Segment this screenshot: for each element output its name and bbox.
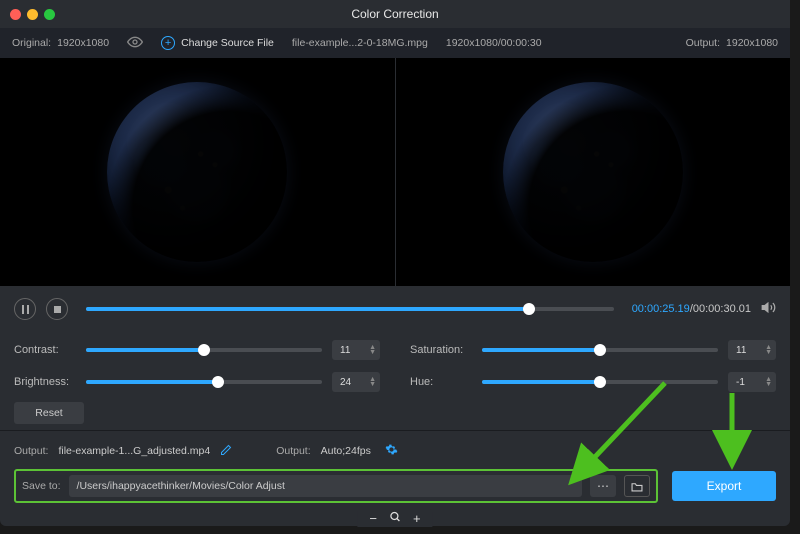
brightness-value-input[interactable]: 24 ▲▼ (332, 372, 380, 392)
save-to-group: Save to: /Users/ihappyacethinker/Movies/… (14, 469, 658, 503)
timeline-thumb[interactable] (523, 303, 535, 315)
preview-toggle-icon[interactable] (127, 34, 143, 53)
contrast-row: Contrast: 11 ▲▼ (14, 340, 380, 360)
controls-panel: 00:00:25.19/00:00:30.01 Contrast: 11 ▲▼ … (0, 286, 790, 509)
preview-area (0, 58, 790, 286)
transport-bar: 00:00:25.19/00:00:30.01 (14, 298, 776, 320)
adjustment-sliders: Contrast: 11 ▲▼ Saturation: 11 ▲▼ (14, 340, 776, 400)
preview-adjusted (396, 58, 791, 286)
export-button[interactable]: Export (672, 471, 776, 501)
titlebar: Color Correction (0, 0, 790, 28)
timecode: 00:00:25.19/00:00:30.01 (632, 303, 751, 315)
preview-adjusted-image (503, 82, 683, 262)
hue-stepper[interactable]: ▲▼ (765, 377, 772, 387)
browse-path-button[interactable]: ⋯ (590, 475, 616, 497)
zoom-magnifier-icon[interactable] (389, 511, 401, 526)
plus-circle-icon: + (161, 36, 175, 50)
maximize-window-button[interactable] (44, 9, 55, 20)
output-filename: file-example-1...G_adjusted.mp4 (58, 445, 210, 457)
preview-original (0, 58, 396, 286)
output-settings-icon[interactable] (385, 443, 398, 459)
total-time: 00:00:30.01 (693, 303, 751, 315)
save-to-label: Save to: (22, 480, 61, 492)
output-filename-row: Output: file-example-1...G_adjusted.mp4 … (14, 437, 776, 465)
stop-button[interactable] (46, 298, 68, 320)
change-source-file-button[interactable]: + Change Source File (161, 36, 274, 50)
saturation-label: Saturation: (410, 344, 472, 356)
saturation-slider[interactable] (482, 348, 718, 352)
window-traffic-lights (10, 9, 55, 20)
original-resolution: 1920x1080 (57, 37, 109, 49)
bottom-row: Save to: /Users/ihappyacethinker/Movies/… (14, 465, 776, 503)
pause-button[interactable] (14, 298, 36, 320)
saturation-row: Saturation: 11 ▲▼ (410, 340, 776, 360)
contrast-stepper[interactable]: ▲▼ (369, 345, 376, 355)
brightness-stepper[interactable]: ▲▼ (369, 377, 376, 387)
output-resolution: 1920x1080 (726, 37, 778, 49)
volume-icon[interactable] (761, 300, 776, 318)
output-resolution-label: Output: (686, 37, 720, 49)
contrast-slider[interactable] (86, 348, 322, 352)
info-bar: Original: 1920x1080 + Change Source File… (0, 28, 790, 58)
hue-label: Hue: (410, 376, 472, 388)
zoom-bar: − + (357, 509, 432, 527)
divider (0, 430, 790, 431)
saturation-value-input[interactable]: 11 ▲▼ (728, 340, 776, 360)
close-window-button[interactable] (10, 9, 21, 20)
zoom-out-button[interactable]: − (369, 511, 377, 526)
brightness-row: Brightness: 24 ▲▼ (14, 372, 380, 392)
timeline-fill (86, 307, 529, 311)
edit-filename-icon[interactable] (220, 444, 232, 459)
zoom-in-button[interactable]: + (413, 511, 421, 526)
output-format-value: Auto;24fps (321, 445, 371, 457)
change-source-label: Change Source File (181, 37, 274, 49)
preview-original-image (107, 82, 287, 262)
source-filename: file-example...2-0-18MG.mpg (292, 37, 428, 49)
brightness-label: Brightness: (14, 376, 76, 388)
hue-slider[interactable] (482, 380, 718, 384)
saturation-stepper[interactable]: ▲▼ (765, 345, 772, 355)
save-path-input[interactable]: /Users/ihappyacethinker/Movies/Color Adj… (69, 475, 582, 497)
output-format-label: Output: (276, 445, 310, 457)
hue-row: Hue: -1 ▲▼ (410, 372, 776, 392)
color-correction-window: Color Correction Original: 1920x1080 + C… (0, 0, 790, 526)
output-label: Output: (14, 445, 48, 457)
hue-value-input[interactable]: -1 ▲▼ (728, 372, 776, 392)
contrast-value-input[interactable]: 11 ▲▼ (332, 340, 380, 360)
contrast-label: Contrast: (14, 344, 76, 356)
window-title: Color Correction (351, 7, 438, 21)
source-res-duration: 1920x1080/00:00:30 (446, 37, 542, 49)
minimize-window-button[interactable] (27, 9, 38, 20)
original-label: Original: (12, 37, 51, 49)
open-folder-button[interactable] (624, 475, 650, 497)
current-time: 00:00:25.19 (632, 303, 690, 315)
brightness-slider[interactable] (86, 380, 322, 384)
timeline-slider[interactable] (86, 307, 614, 311)
reset-button[interactable]: Reset (14, 402, 84, 424)
